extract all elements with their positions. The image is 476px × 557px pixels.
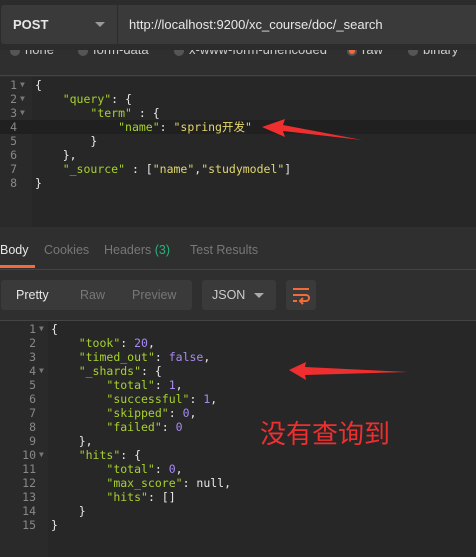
annotation-text: 没有查询到: [260, 420, 391, 450]
arrow-icon: [289, 362, 408, 380]
annotation-arrows: [262, 119, 408, 380]
arrow-icon: [262, 119, 362, 140]
